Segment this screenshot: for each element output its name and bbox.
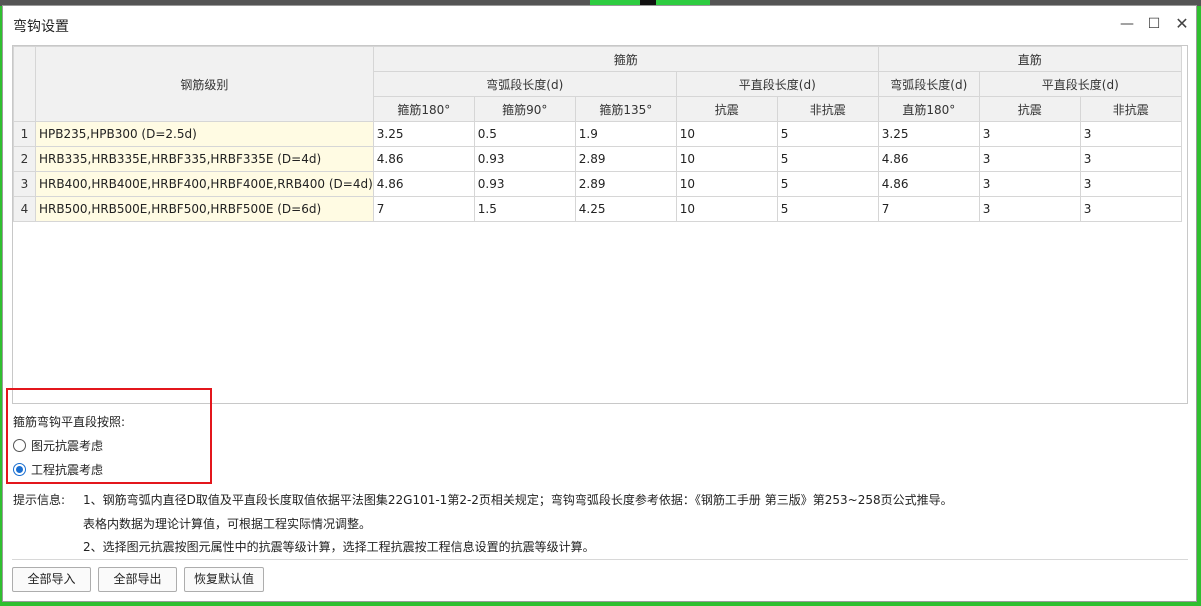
header-col: 非抗震 <box>776 96 879 122</box>
radio-element-seismic[interactable]: 图元抗震考虑 <box>13 436 103 454</box>
radio-button[interactable] <box>13 438 26 452</box>
flat-segment-options: 箍筋弯钩平直段按照: 图元抗震考虑 工程抗震考虑 <box>13 410 313 490</box>
value-cell[interactable]: 1.9 <box>574 121 677 147</box>
header-col: 非抗震 <box>1079 96 1182 122</box>
header-col: 抗震 <box>675 96 778 122</box>
value-cell[interactable]: 5 <box>776 196 879 222</box>
value-cell[interactable]: 2.89 <box>574 146 677 172</box>
value-cell[interactable]: 3 <box>1079 196 1182 222</box>
divider <box>12 559 1188 560</box>
value-cell[interactable]: 1.5 <box>473 196 576 222</box>
value-cell[interactable]: 7 <box>877 196 980 222</box>
hint-line-3: 2、选择图元抗震按图元属性中的抗震等级计算，选择工程抗震按工程信息设置的抗震等级… <box>83 540 595 554</box>
header-stirrup-group: 箍筋 <box>372 46 879 72</box>
hint-label: 提示信息: <box>13 493 66 507</box>
radio-label: 图元抗震考虑 <box>31 438 104 453</box>
value-cell[interactable]: 4.86 <box>372 146 475 172</box>
value-cell[interactable]: 4.86 <box>877 146 980 172</box>
dialog-title: 弯钩设置 <box>13 19 69 35</box>
hint-line-2: 表格内数据为理论计算值，可根据工程实际情况调整。 <box>83 517 372 531</box>
title-bar: 弯钩设置 — ☐ ✕ <box>3 6 1196 42</box>
hint-line-1: 1、钢筋弯弧内直径D取值及平直段长度取值依据平法图集22G101-1第2-2页相… <box>83 493 953 507</box>
header-col: 箍筋135° <box>574 96 677 122</box>
settings-table: 钢筋级别 箍筋 直筋 弯弧段长度(d) 平直段长度(d) 弯弧段长度(d) 平直… <box>13 46 1182 222</box>
header-stirrup-flat: 平直段长度(d) <box>675 71 879 97</box>
header-col: 抗震 <box>978 96 1081 122</box>
value-cell[interactable]: 5 <box>776 121 879 147</box>
value-cell[interactable]: 10 <box>675 146 778 172</box>
grade-cell[interactable]: HRB400,HRB400E,HRBF400,HRBF400E,RRB400 (… <box>35 171 374 197</box>
value-cell[interactable]: 7 <box>372 196 475 222</box>
hook-settings-grid: 钢筋级别 箍筋 直筋 弯弧段长度(d) 平直段长度(d) 弯弧段长度(d) 平直… <box>12 45 1188 404</box>
maximize-icon[interactable]: ☐ <box>1141 12 1167 36</box>
value-cell[interactable]: 3 <box>1079 146 1182 172</box>
grade-cell[interactable]: HRB500,HRB500E,HRBF500,HRBF500E (D=6d) <box>35 196 374 222</box>
value-cell[interactable]: 3 <box>978 146 1081 172</box>
value-cell[interactable]: 3 <box>978 196 1081 222</box>
value-cell[interactable]: 2.89 <box>574 171 677 197</box>
row-number: 1 <box>13 121 36 147</box>
minimize-icon[interactable]: — <box>1114 12 1140 36</box>
import-all-button[interactable]: 全部导入 <box>12 567 91 592</box>
value-cell[interactable]: 4.86 <box>372 171 475 197</box>
header-straight-flat: 平直段长度(d) <box>978 71 1182 97</box>
value-cell[interactable]: 10 <box>675 121 778 147</box>
value-cell[interactable]: 10 <box>675 171 778 197</box>
value-cell[interactable]: 3.25 <box>372 121 475 147</box>
value-cell[interactable]: 3 <box>1079 121 1182 147</box>
options-title: 箍筋弯钩平直段按照: <box>13 415 126 429</box>
grade-cell[interactable]: HPB235,HPB300 (D=2.5d) <box>35 121 374 147</box>
header-col: 箍筋180° <box>372 96 475 122</box>
hook-settings-dialog: 弯钩设置 — ☐ ✕ 钢筋级别 箍筋 直筋 弯弧段长度(d) 平直段长度(d) … <box>2 5 1197 602</box>
radio-button-selected[interactable] <box>13 462 26 476</box>
radio-project-seismic[interactable]: 工程抗震考虑 <box>13 460 103 478</box>
value-cell[interactable]: 3.25 <box>877 121 980 147</box>
value-cell[interactable]: 4.25 <box>574 196 677 222</box>
value-cell[interactable]: 4.86 <box>877 171 980 197</box>
table-row: 4 HRB500,HRB500E,HRBF500,HRBF500E (D=6d)… <box>13 196 1182 222</box>
header-grade: 钢筋级别 <box>35 46 374 122</box>
value-cell[interactable]: 3 <box>1079 171 1182 197</box>
header-stirrup-arc: 弯弧段长度(d) <box>372 71 677 97</box>
value-cell[interactable]: 5 <box>776 146 879 172</box>
restore-default-button[interactable]: 恢复默认值 <box>184 567 264 592</box>
row-number: 4 <box>13 196 36 222</box>
radio-label: 工程抗震考虑 <box>31 462 104 477</box>
table-row: 1 HPB235,HPB300 (D=2.5d) 3.25 0.5 1.9 10… <box>13 121 1182 147</box>
grade-cell[interactable]: HRB335,HRB335E,HRBF335,HRBF335E (D=4d) <box>35 146 374 172</box>
row-number: 3 <box>13 171 36 197</box>
value-cell[interactable]: 5 <box>776 171 879 197</box>
value-cell[interactable]: 0.93 <box>473 146 576 172</box>
header-straight-arc: 弯弧段长度(d) <box>877 71 980 97</box>
header-col: 箍筋90° <box>473 96 576 122</box>
value-cell[interactable]: 10 <box>675 196 778 222</box>
table-row: 3 HRB400,HRB400E,HRBF400,HRBF400E,RRB400… <box>13 171 1182 197</box>
export-all-button[interactable]: 全部导出 <box>98 567 177 592</box>
header-col: 直筋180° <box>877 96 980 122</box>
corner-cell <box>13 46 36 122</box>
value-cell[interactable]: 3 <box>978 171 1081 197</box>
value-cell[interactable]: 0.5 <box>473 121 576 147</box>
value-cell[interactable]: 3 <box>978 121 1081 147</box>
value-cell[interactable]: 0.93 <box>473 171 576 197</box>
table-row: 2 HRB335,HRB335E,HRBF335,HRBF335E (D=4d)… <box>13 146 1182 172</box>
close-icon[interactable]: ✕ <box>1169 12 1195 36</box>
row-number: 2 <box>13 146 36 172</box>
header-straight-group: 直筋 <box>877 46 1182 72</box>
